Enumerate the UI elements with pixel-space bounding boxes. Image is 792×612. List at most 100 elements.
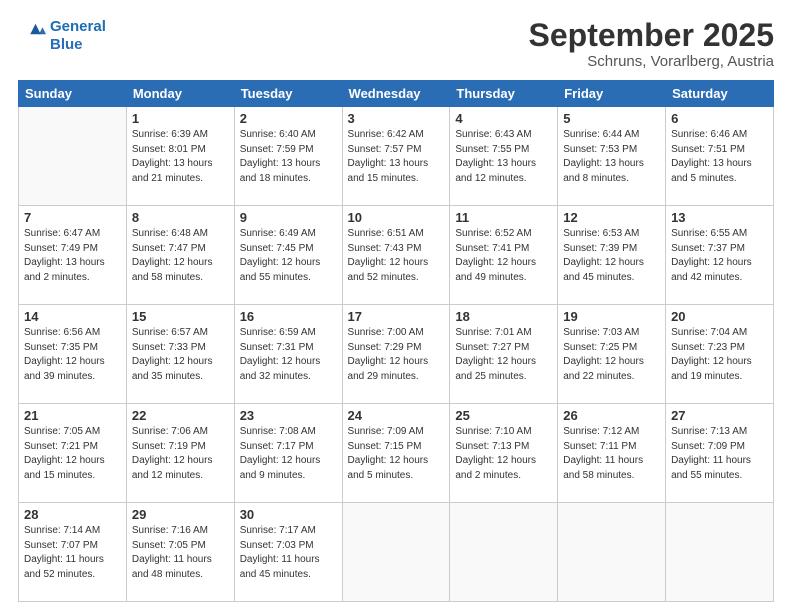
calendar-week-row: 14 Sunrise: 6:56 AMSunset: 7:35 PMDayligh… — [19, 305, 774, 404]
day-number: 28 — [24, 507, 121, 522]
cell-sun-info: Sunrise: 7:10 AMSunset: 7:13 PMDaylight:… — [455, 425, 552, 483]
cell-sun-info: Sunrise: 6:53 AMSunset: 7:39 PMDaylight:… — [563, 227, 660, 285]
cell-sun-info: Sunrise: 7:03 AMSunset: 7:25 PMDaylight:… — [563, 326, 660, 384]
cell-sun-info: Sunrise: 7:04 AMSunset: 7:23 PMDaylight:… — [671, 326, 768, 384]
cell-sun-info: Sunrise: 6:44 AMSunset: 7:53 PMDaylight:… — [563, 128, 660, 186]
calendar-cell: 3 Sunrise: 6:42 AMSunset: 7:57 PMDaylight… — [342, 107, 450, 206]
calendar-cell: 13 Sunrise: 6:55 AMSunset: 7:37 PMDayligh… — [666, 206, 774, 305]
cell-sun-info: Sunrise: 7:08 AMSunset: 7:17 PMDaylight:… — [240, 425, 337, 483]
weekday-header-wednesday: Wednesday — [342, 81, 450, 107]
calendar-cell: 22Sunrise: 7:06 AMSunset: 7:19 PMDayligh… — [126, 404, 234, 503]
calendar-cell: 6 Sunrise: 6:46 AMSunset: 7:51 PMDaylight… — [666, 107, 774, 206]
weekday-header-thursday: Thursday — [450, 81, 558, 107]
calendar-cell: 14 Sunrise: 6:56 AMSunset: 7:35 PMDayligh… — [19, 305, 127, 404]
calendar-cell — [19, 107, 127, 206]
cell-sun-info: Sunrise: 6:51 AMSunset: 7:43 PMDaylight:… — [348, 227, 445, 285]
cell-sun-info: Sunrise: 6:48 AMSunset: 7:47 PMDaylight:… — [132, 227, 229, 285]
day-number: 30 — [240, 507, 337, 522]
weekday-header-friday: Friday — [558, 81, 666, 107]
day-number: 26 — [563, 408, 660, 423]
calendar-cell: 16 Sunrise: 6:59 AMSunset: 7:31 PMDayligh… — [234, 305, 342, 404]
weekday-header-tuesday: Tuesday — [234, 81, 342, 107]
calendar-cell: 17 Sunrise: 7:00 AMSunset: 7:29 PMDayligh… — [342, 305, 450, 404]
day-number: 9 — [240, 210, 337, 225]
calendar-cell: 30 Sunrise: 7:17 AMSunset: 7:03 PMDayligh… — [234, 503, 342, 602]
calendar-cell: 24Sunrise: 7:09 AMSunset: 7:15 PMDayligh… — [342, 404, 450, 503]
cell-sun-info: Sunrise: 6:55 AMSunset: 7:37 PMDaylight:… — [671, 227, 768, 285]
cell-sun-info: Sunrise: 6:39 AMSunset: 8:01 PMDaylight:… — [132, 128, 229, 186]
day-number: 27 — [671, 408, 768, 423]
logo-line1: General — [50, 18, 106, 35]
weekday-header-sunday: Sunday — [19, 81, 127, 107]
day-number: 17 — [348, 309, 445, 324]
day-number: 21 — [24, 408, 121, 423]
calendar-cell: 19Sunrise: 7:03 AMSunset: 7:25 PMDayligh… — [558, 305, 666, 404]
cell-sun-info: Sunrise: 7:05 AMSunset: 7:21 PMDaylight:… — [24, 425, 121, 483]
calendar-cell: 15 Sunrise: 6:57 AMSunset: 7:33 PMDayligh… — [126, 305, 234, 404]
cell-sun-info: Sunrise: 7:13 AMSunset: 7:09 PMDaylight:… — [671, 425, 768, 483]
cell-sun-info: Sunrise: 6:49 AMSunset: 7:45 PMDaylight:… — [240, 227, 337, 285]
calendar-cell: 4Sunrise: 6:43 AMSunset: 7:55 PMDaylight… — [450, 107, 558, 206]
calendar-cell: 23 Sunrise: 7:08 AMSunset: 7:17 PMDayligh… — [234, 404, 342, 503]
day-number: 29 — [132, 507, 229, 522]
day-number: 14 — [24, 309, 121, 324]
calendar-cell: 29 Sunrise: 7:16 AMSunset: 7:05 PMDayligh… — [126, 503, 234, 602]
day-number: 18 — [455, 309, 552, 324]
calendar-cell: 18Sunrise: 7:01 AMSunset: 7:27 PMDayligh… — [450, 305, 558, 404]
cell-sun-info: Sunrise: 7:00 AMSunset: 7:29 PMDaylight:… — [348, 326, 445, 384]
cell-sun-info: Sunrise: 7:16 AMSunset: 7:05 PMDaylight:… — [132, 524, 229, 582]
calendar-cell: 21 Sunrise: 7:05 AMSunset: 7:21 PMDayligh… — [19, 404, 127, 503]
cell-sun-info: Sunrise: 7:17 AMSunset: 7:03 PMDaylight:… — [240, 524, 337, 582]
calendar-cell — [342, 503, 450, 602]
calendar-cell: 27 Sunrise: 7:13 AMSunset: 7:09 PMDayligh… — [666, 404, 774, 503]
calendar-cell: 12Sunrise: 6:53 AMSunset: 7:39 PMDayligh… — [558, 206, 666, 305]
weekday-header-monday: Monday — [126, 81, 234, 107]
calendar-week-row: 28 Sunrise: 7:14 AMSunset: 7:07 PMDayligh… — [19, 503, 774, 602]
sub-title: Schruns, Vorarlberg, Austria — [529, 53, 774, 70]
calendar-week-row: 21 Sunrise: 7:05 AMSunset: 7:21 PMDayligh… — [19, 404, 774, 503]
cell-sun-info: Sunrise: 6:46 AMSunset: 7:51 PMDaylight:… — [671, 128, 768, 186]
day-number: 7 — [24, 210, 121, 225]
day-number: 6 — [671, 111, 768, 126]
calendar-cell — [558, 503, 666, 602]
calendar-week-row: 1 Sunrise: 6:39 AMSunset: 8:01 PMDaylight… — [19, 107, 774, 206]
day-number: 11 — [455, 210, 552, 225]
calendar-cell: 11Sunrise: 6:52 AMSunset: 7:41 PMDayligh… — [450, 206, 558, 305]
day-number: 22 — [132, 408, 229, 423]
logo-text: General Blue — [50, 18, 106, 54]
calendar-cell — [450, 503, 558, 602]
cell-sun-info: Sunrise: 6:42 AMSunset: 7:57 PMDaylight:… — [348, 128, 445, 186]
day-number: 3 — [348, 111, 445, 126]
cell-sun-info: Sunrise: 6:56 AMSunset: 7:35 PMDaylight:… — [24, 326, 121, 384]
day-number: 5 — [563, 111, 660, 126]
day-number: 25 — [455, 408, 552, 423]
weekday-header-saturday: Saturday — [666, 81, 774, 107]
logo-icon — [18, 22, 46, 50]
calendar-cell: 8 Sunrise: 6:48 AMSunset: 7:47 PMDaylight… — [126, 206, 234, 305]
day-number: 1 — [132, 111, 229, 126]
page: General Blue September 2025 Schruns, Vor… — [0, 0, 792, 612]
cell-sun-info: Sunrise: 6:47 AMSunset: 7:49 PMDaylight:… — [24, 227, 121, 285]
weekday-header-row: SundayMondayTuesdayWednesdayThursdayFrid… — [19, 81, 774, 107]
day-number: 8 — [132, 210, 229, 225]
calendar-cell: 25 Sunrise: 7:10 AMSunset: 7:13 PMDayligh… — [450, 404, 558, 503]
cell-sun-info: Sunrise: 6:59 AMSunset: 7:31 PMDaylight:… — [240, 326, 337, 384]
calendar-cell: 26 Sunrise: 7:12 AMSunset: 7:11 PMDayligh… — [558, 404, 666, 503]
day-number: 2 — [240, 111, 337, 126]
day-number: 13 — [671, 210, 768, 225]
cell-sun-info: Sunrise: 7:12 AMSunset: 7:11 PMDaylight:… — [563, 425, 660, 483]
logo: General Blue — [18, 18, 106, 54]
calendar-cell: 2Sunrise: 6:40 AMSunset: 7:59 PMDaylight… — [234, 107, 342, 206]
calendar-cell: 5 Sunrise: 6:44 AMSunset: 7:53 PMDaylight… — [558, 107, 666, 206]
day-number: 15 — [132, 309, 229, 324]
logo-line2: Blue — [50, 36, 83, 53]
day-number: 24 — [348, 408, 445, 423]
day-number: 23 — [240, 408, 337, 423]
cell-sun-info: Sunrise: 6:57 AMSunset: 7:33 PMDaylight:… — [132, 326, 229, 384]
calendar-cell — [666, 503, 774, 602]
calendar-table: SundayMondayTuesdayWednesdayThursdayFrid… — [18, 80, 774, 602]
day-number: 16 — [240, 309, 337, 324]
cell-sun-info: Sunrise: 7:14 AMSunset: 7:07 PMDaylight:… — [24, 524, 121, 582]
title-block: September 2025 Schruns, Vorarlberg, Aust… — [529, 18, 774, 70]
calendar-week-row: 7 Sunrise: 6:47 AMSunset: 7:49 PMDaylight… — [19, 206, 774, 305]
